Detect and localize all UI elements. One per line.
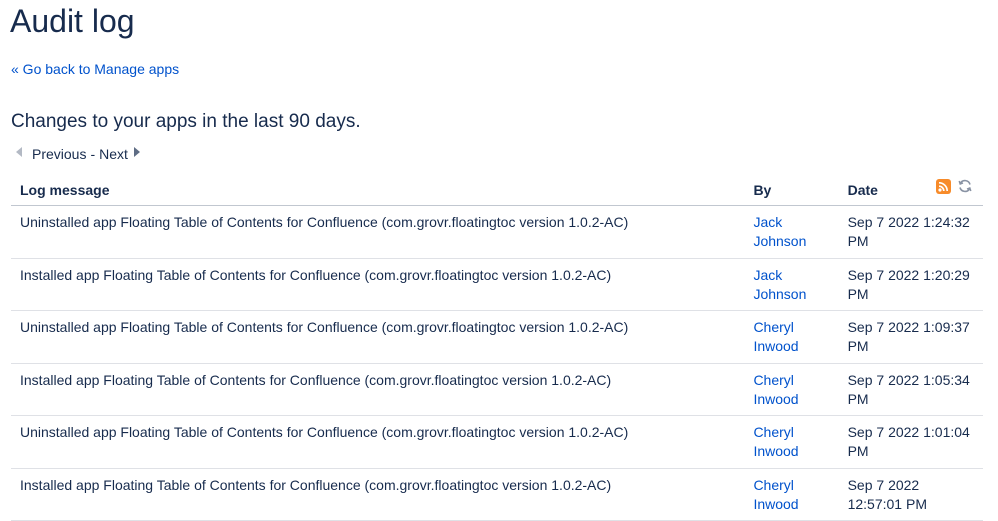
log-date: Sep 7 2022 1:20:29 PM <box>838 258 983 311</box>
page-subtitle: Changes to your apps in the last 90 days… <box>11 111 361 132</box>
date-header-label: Date <box>847 182 878 198</box>
table-header-row: Log message By Date <box>11 176 983 206</box>
log-date: Sep 7 2022 1:05:34 PM <box>838 363 983 416</box>
by-cell: Cheryl Inwood <box>744 415 839 469</box>
log-message: Uninstalled app Floating Table of Conten… <box>11 310 745 364</box>
page-title: Audit log <box>10 3 135 39</box>
user-link[interactable]: Cheryl Inwood <box>753 476 815 514</box>
next-button[interactable]: Next <box>99 146 128 162</box>
by-cell: Jack Johnson <box>744 205 839 259</box>
log-message-header: Log message <box>11 176 745 206</box>
next-arrow-icon[interactable] <box>133 147 140 157</box>
previous-arrow-icon <box>16 147 22 157</box>
user-link[interactable]: Cheryl Inwood <box>753 318 815 356</box>
previous-button[interactable]: Previous <box>32 146 86 162</box>
by-header: By <box>744 176 839 206</box>
table-row: Uninstalled app Floating Table of Conten… <box>11 310 983 364</box>
log-date: Sep 7 2022 1:01:04 PM <box>838 415 983 469</box>
log-message: Uninstalled app Floating Table of Conten… <box>11 415 745 469</box>
log-message: Uninstalled app Floating Table of Conten… <box>11 205 745 259</box>
rss-feed-icon[interactable] <box>936 178 951 194</box>
by-cell: Cheryl Inwood <box>744 363 839 416</box>
user-link[interactable]: Cheryl Inwood <box>753 423 815 461</box>
user-link[interactable]: Jack Johnson <box>753 213 815 251</box>
user-link[interactable]: Cheryl Inwood <box>753 371 815 409</box>
log-message: Installed app Floating Table of Contents… <box>11 363 745 416</box>
table-row: Installed app Floating Table of Contents… <box>11 258 983 311</box>
by-cell: Cheryl Inwood <box>744 310 839 364</box>
audit-log-table: Log message By Date Uninstalled app Floa… <box>11 176 983 521</box>
log-date: Sep 7 2022 1:24:32 PM <box>838 205 983 259</box>
back-to-manage-apps-link[interactable]: « Go back to Manage apps <box>11 61 179 77</box>
pager-separator: - <box>90 146 96 162</box>
pager: Previous - Next <box>16 146 140 162</box>
by-cell: Jack Johnson <box>744 258 839 311</box>
refresh-icon[interactable] <box>957 178 973 194</box>
table-row: Uninstalled app Floating Table of Conten… <box>11 205 983 259</box>
log-message: Installed app Floating Table of Contents… <box>11 258 745 311</box>
table-row: Installed app Floating Table of Contents… <box>11 363 983 416</box>
date-header: Date <box>838 176 983 206</box>
table-row: Uninstalled app Floating Table of Conten… <box>11 415 983 469</box>
user-link[interactable]: Jack Johnson <box>753 266 815 304</box>
log-date: Sep 7 2022 1:09:37 PM <box>838 310 983 364</box>
header-icons <box>936 178 973 194</box>
